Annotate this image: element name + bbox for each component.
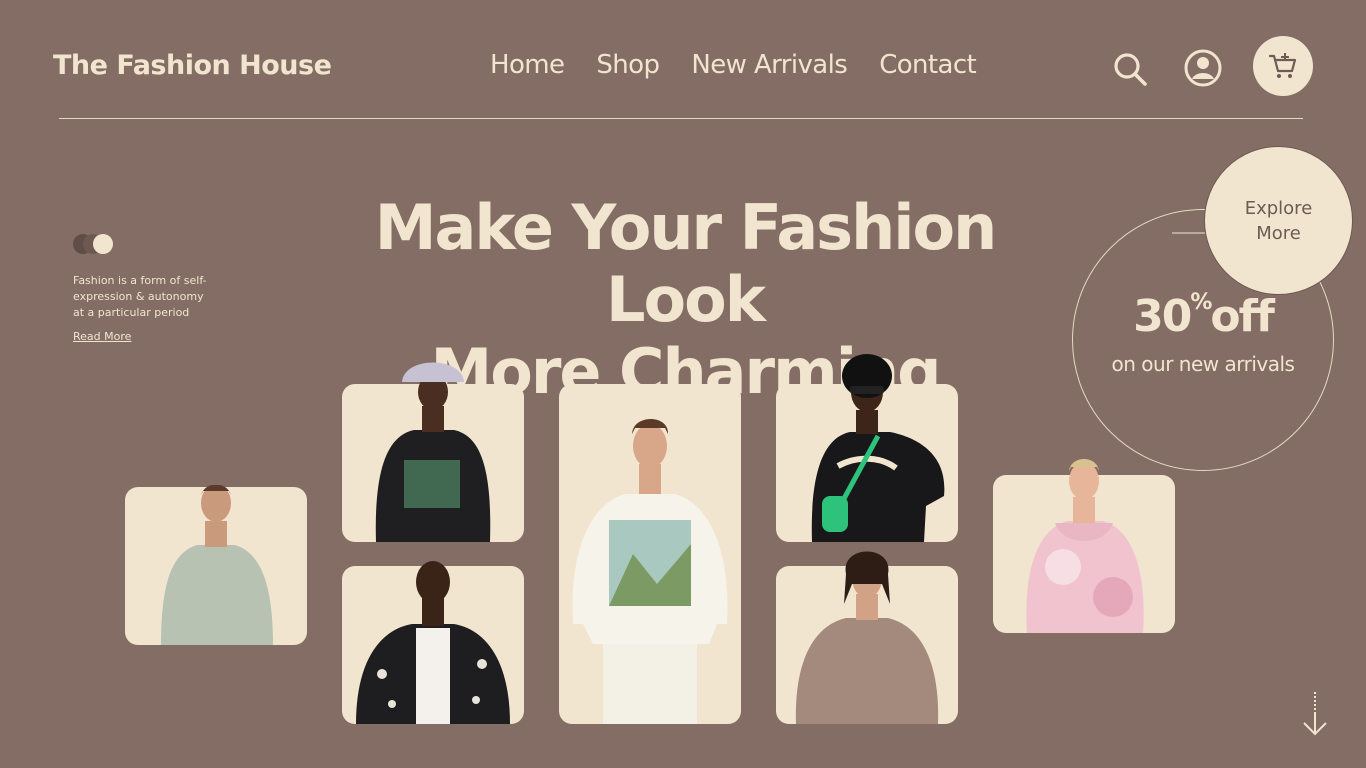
read-more-link[interactable]: Read More [73, 330, 131, 343]
cart-add-icon [1268, 53, 1297, 78]
model-tiedye-hoodie [1026, 459, 1144, 633]
model-varsity-sweatshirt [811, 354, 945, 542]
brand-logo[interactable]: The Fashion House [53, 50, 332, 81]
main-nav: Home Shop New Arrivals Contact [490, 50, 977, 80]
model-printed-shirt [356, 561, 510, 724]
product-card-sage-sweatshirt[interactable] [125, 484, 307, 645]
product-card-graphic-sweatshirt[interactable] [342, 362, 524, 542]
promo-off: off [1210, 291, 1275, 342]
hero-blurb: Fashion is a form of self-expression & a… [73, 274, 207, 319]
model-graphic-sweatshirt [375, 362, 491, 542]
nav-home[interactable]: Home [490, 50, 565, 80]
headline-line-1: Make Your Fashion Look [374, 191, 997, 336]
promo-discount: 30%off [1072, 290, 1334, 342]
promo-subtitle: on our new arrivals [1111, 352, 1295, 376]
model-art-sweatshirt [572, 419, 728, 724]
nav-shop[interactable]: Shop [596, 50, 660, 80]
slider-toggle[interactable] [73, 234, 114, 254]
account-icon [1184, 49, 1222, 87]
product-card-varsity-sweatshirt[interactable] [776, 354, 958, 542]
model-sage-sweatshirt [161, 484, 273, 645]
product-card-printed-shirt[interactable] [342, 561, 524, 724]
search-button[interactable] [1111, 50, 1149, 88]
product-card-tiedye-hoodie[interactable] [993, 459, 1175, 633]
product-card-art-sweatshirt[interactable] [559, 384, 741, 724]
toggle-dot-active [93, 234, 113, 254]
promo-percent-sign: % [1190, 290, 1212, 315]
nav-contact[interactable]: Contact [879, 50, 977, 80]
scroll-down-icon[interactable] [1302, 690, 1328, 738]
account-button[interactable] [1183, 48, 1223, 88]
explore-line-1: Explore [1244, 197, 1313, 219]
product-card-taupe-sweatshirt[interactable] [776, 551, 958, 724]
model-taupe-sweatshirt [795, 551, 939, 724]
nav-new-arrivals[interactable]: New Arrivals [691, 50, 847, 80]
promo-percent-value: 30 [1133, 291, 1192, 342]
header-divider [59, 118, 1303, 119]
explore-line-2: More [1256, 222, 1301, 244]
search-icon [1114, 53, 1147, 86]
explore-label: Explore More [1239, 196, 1319, 246]
explore-more-button[interactable]: Explore More [1204, 146, 1353, 295]
cart-button[interactable] [1253, 36, 1313, 96]
